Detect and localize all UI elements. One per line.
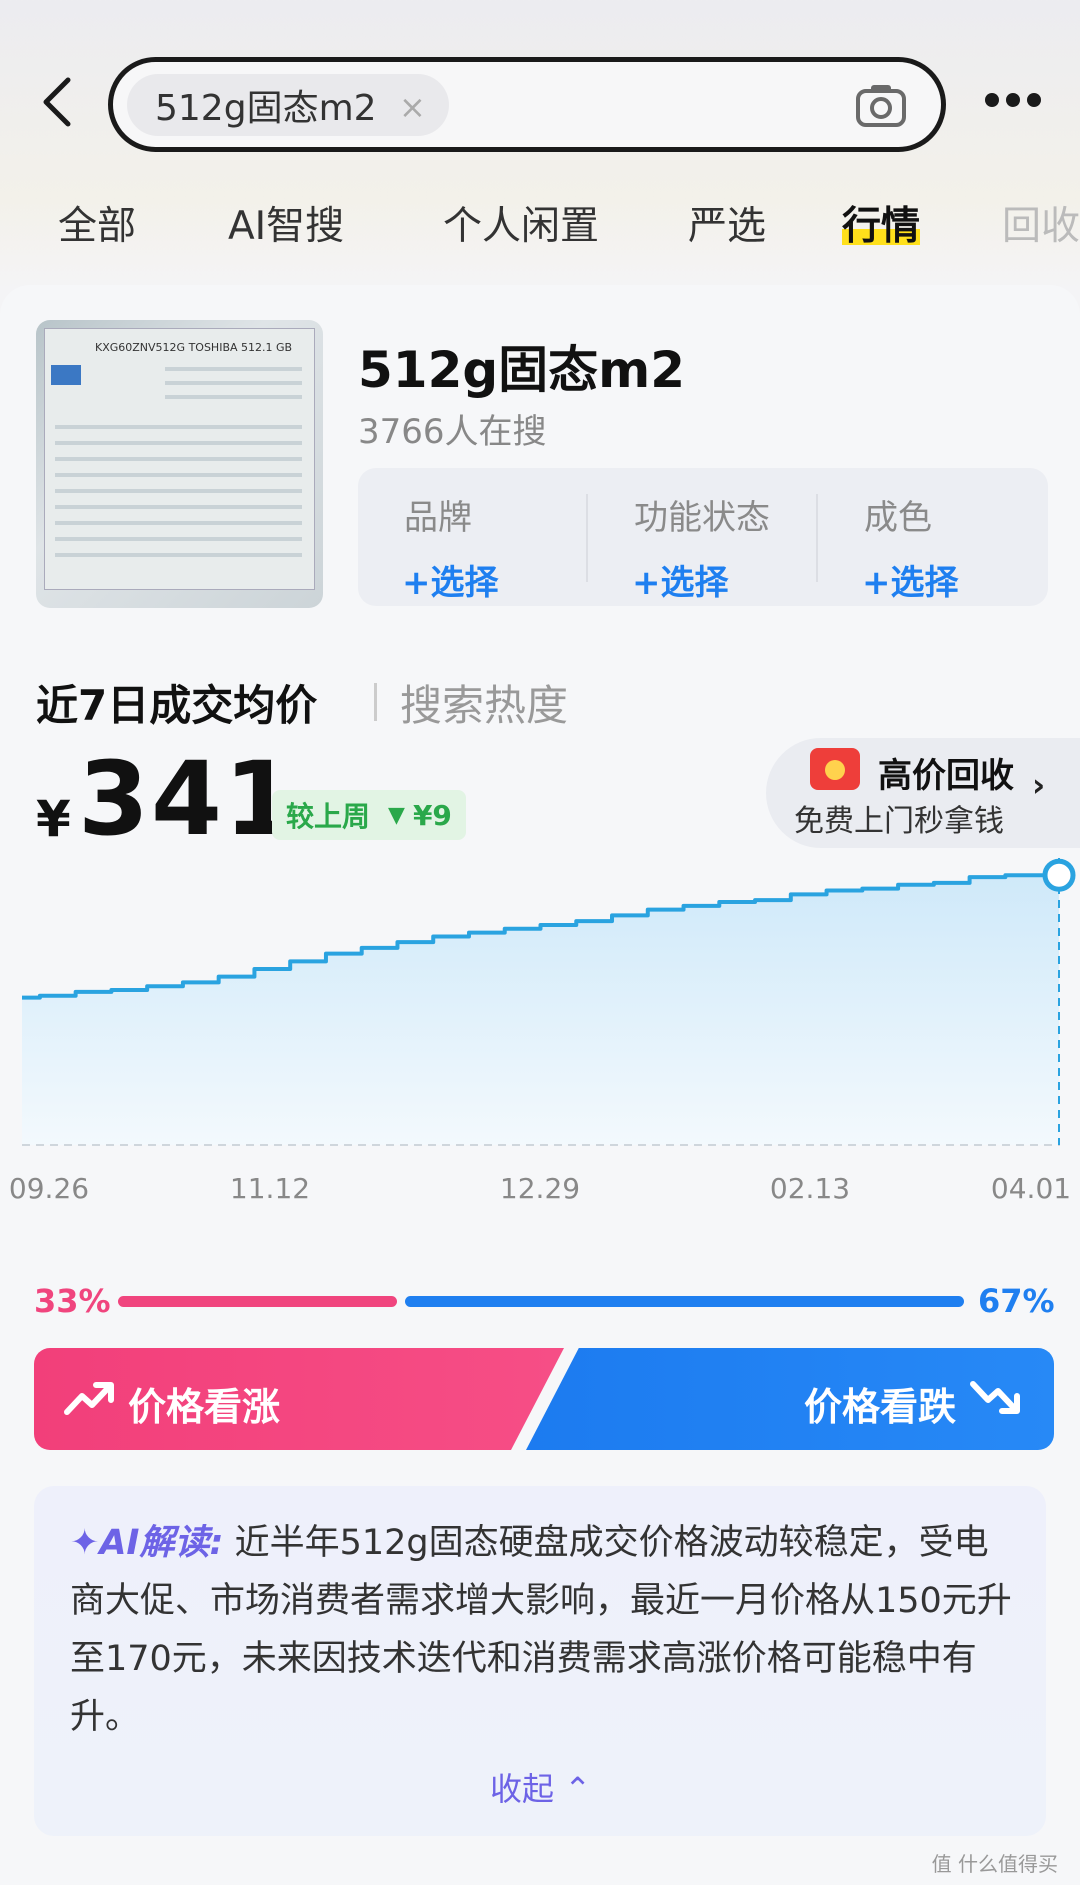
filter-function-status-select[interactable]: +选择 <box>588 555 818 604</box>
product-image[interactable]: KXG60ZNV512G TOSHIBA 512.1 GB <box>36 320 323 608</box>
category-tabs: 全部 AI智搜 个人闲置 严选 行情 回收 <box>0 195 1080 255</box>
tab-market-label: 行情 <box>842 204 921 249</box>
price-change-badge: 较上周 ▼ ¥9 <box>272 790 466 840</box>
filter-panel: 品牌 +选择 功能状态 +选择 成色 +选择 <box>358 468 1048 606</box>
currency-symbol: ¥ <box>36 790 71 848</box>
recycle-subtitle: 免费上门秒拿钱 <box>794 804 1004 839</box>
x-axis: 09.26 11.12 12.29 02.13 04.01 <box>0 1172 1080 1212</box>
tab-avg-price-label: 近7日成交均价 <box>36 681 318 730</box>
ai-analysis-panel: ✦AI解读: 近半年512g固态硬盘成交价格波动较稳定，受电商大促、市场消费者需… <box>34 1486 1046 1836</box>
bearish-bar <box>405 1296 964 1307</box>
product-title: 512g固态m2 <box>358 341 686 399</box>
arrow-down-icon: ▼ <box>388 802 405 828</box>
tab-personal-idle[interactable]: 个人闲置 <box>443 195 599 251</box>
recycle-title: 高价回收 <box>878 756 1014 796</box>
close-icon[interactable]: × <box>399 88 426 126</box>
red-envelope-icon <box>810 748 860 790</box>
chevron-left-icon <box>43 77 71 127</box>
trend-down-icon <box>970 1381 1020 1414</box>
chart-area <box>22 875 1059 1145</box>
price-trend-chart[interactable] <box>0 850 1080 1210</box>
x-tick: 09.26 <box>8 1172 90 1205</box>
tab-recycle[interactable]: 回收 <box>1002 195 1080 251</box>
filter-condition-select[interactable]: +选择 <box>818 555 1048 604</box>
compare-value: ¥9 <box>412 798 452 832</box>
camera-icon[interactable] <box>855 82 907 128</box>
chevron-up-icon: ⌃ <box>564 1770 591 1808</box>
filter-function-status[interactable]: 功能状态 +选择 <box>588 490 818 604</box>
tab-avg-price[interactable]: 近7日成交均价 <box>36 672 318 733</box>
chart-end-marker[interactable] <box>1042 858 1076 892</box>
search-query-text: 512g固态m2 <box>155 88 377 129</box>
back-button[interactable] <box>38 72 78 132</box>
search-query-chip[interactable]: 512g固态m2 × <box>127 74 449 136</box>
watermark: 值 什么值得买 <box>931 1852 1058 1876</box>
collapse-button[interactable]: 收起 ⌃ <box>490 1764 591 1810</box>
ai-label: AI解读: <box>99 1523 224 1563</box>
trend-up-icon <box>64 1382 114 1415</box>
price-up-label: 价格看涨 <box>128 1385 281 1429</box>
thumb-screen: KXG60ZNV512G TOSHIBA 512.1 GB <box>44 328 315 590</box>
x-tick: 12.29 <box>499 1172 581 1205</box>
tab-ai-search[interactable]: AI智搜 <box>228 195 344 251</box>
bearish-percent: 67% <box>978 1282 1055 1320</box>
tab-market[interactable]: 行情 <box>842 195 921 251</box>
x-tick: 04.01 <box>990 1172 1072 1205</box>
thumb-sidebar <box>51 365 81 385</box>
thumb-caption: KXG60ZNV512G TOSHIBA 512.1 GB <box>95 341 293 354</box>
price-down-label: 价格看跌 <box>804 1385 957 1429</box>
ai-analysis-text: ✦AI解读: 近半年512g固态硬盘成交价格波动较稳定，受电商大促、市场消费者需… <box>70 1514 1016 1746</box>
more-options-icon[interactable] <box>985 93 1041 113</box>
tab-all[interactable]: 全部 <box>58 195 136 251</box>
bullish-bar <box>118 1296 397 1307</box>
filter-condition-label: 成色 <box>864 498 932 538</box>
collapse-label: 收起 <box>490 1770 555 1808</box>
filter-brand-select[interactable]: +选择 <box>358 555 588 604</box>
divider <box>374 683 377 721</box>
x-tick: 11.12 <box>229 1172 311 1205</box>
average-price: 341 <box>78 740 297 859</box>
price-up-button[interactable]: 价格看涨 <box>34 1348 564 1450</box>
search-bar[interactable]: 512g固态m2 × <box>108 57 946 152</box>
tab-selected[interactable]: 严选 <box>688 195 766 251</box>
x-tick: 02.13 <box>769 1172 851 1205</box>
tab-search-heat[interactable]: 搜索热度 <box>400 672 568 733</box>
filter-brand[interactable]: 品牌 +选择 <box>358 490 588 604</box>
price-down-button[interactable]: 价格看跌 <box>526 1348 1054 1450</box>
chevron-right-icon: › <box>1032 766 1046 804</box>
bullish-percent: 33% <box>34 1282 111 1320</box>
recycle-entry[interactable]: 高价回收 免费上门秒拿钱 › <box>766 738 1080 848</box>
sparkle-icon: ✦ <box>70 1523 100 1563</box>
filter-condition[interactable]: 成色 +选择 <box>818 490 1048 604</box>
search-count: 3766人在搜 <box>358 412 547 452</box>
filter-brand-label: 品牌 <box>404 498 472 538</box>
filter-function-status-label: 功能状态 <box>634 498 770 538</box>
compare-label: 较上周 <box>286 800 371 833</box>
